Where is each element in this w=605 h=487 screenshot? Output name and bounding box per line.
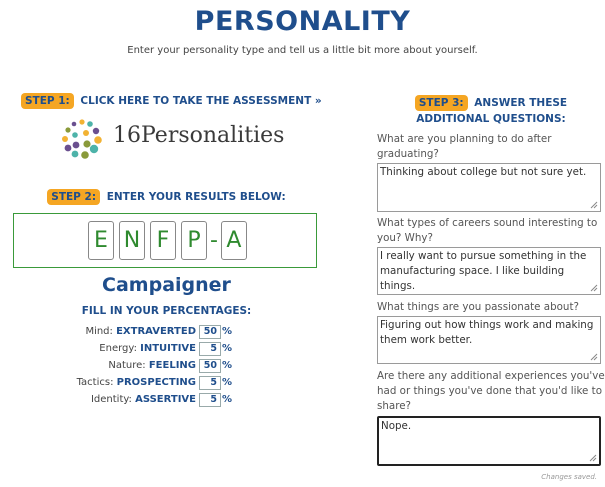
type-letter-input-4[interactable]: P: [181, 221, 207, 260]
resize-handle-icon[interactable]: [589, 454, 597, 462]
pct-row-nature: Nature: FEELING 50 %: [60, 357, 232, 374]
answer-textarea-experiences[interactable]: Nope.: [377, 416, 601, 466]
percentages-heading: FILL IN YOUR PERCENTAGES:: [81, 305, 252, 317]
step1-row: STEP 1: CLICK HERE TO TAKE THE ASSESSMEN…: [21, 93, 322, 109]
pct-row-tactics: Tactics: PROSPECTING 5 %: [60, 374, 232, 391]
answer-textarea-passions[interactable]: Figuring out how things work and making …: [377, 316, 601, 364]
step2-row: STEP 2: ENTER YOUR RESULTS BELOW:: [0, 189, 333, 205]
logo-text: 16Personalities: [113, 123, 285, 148]
type-letter-input-5[interactable]: A: [220, 221, 247, 260]
page-title: PERSONALITY: [194, 6, 411, 37]
pct-row-identity: Identity: ASSERTIVE 5 %: [60, 391, 232, 408]
pct-label: Identity: ASSERTIVE: [60, 394, 196, 405]
sixteen-personalities-logo[interactable]: 16Personalities: [57, 117, 287, 161]
pct-label: Nature: FEELING: [60, 360, 196, 371]
pct-input-tactics[interactable]: 5: [199, 375, 221, 390]
pct-label: Mind: EXTRAVERTED: [60, 326, 196, 337]
pct-input-mind[interactable]: 50: [199, 324, 221, 339]
pct-label: Tactics: PROSPECTING: [60, 377, 196, 388]
type-dash: -: [210, 228, 218, 253]
answer-text: Thinking about college but not sure yet.: [380, 166, 587, 178]
pct-unit: %: [222, 377, 233, 388]
pct-unit: %: [222, 360, 233, 371]
pct-dimension: Nature:: [108, 360, 146, 371]
pct-dimension: Tactics:: [76, 377, 114, 388]
pct-row-energy: Energy: INTUITIVE 5 %: [60, 340, 232, 357]
type-letter-input-2[interactable]: N: [119, 221, 145, 260]
step1-badge: STEP 1:: [21, 93, 74, 109]
pct-dimension: Energy:: [99, 343, 137, 354]
pct-input-nature[interactable]: 50: [199, 358, 221, 373]
pct-trait: EXTRAVERTED: [116, 326, 196, 337]
step2-badge: STEP 2:: [47, 189, 101, 205]
answer-textarea-plans[interactable]: Thinking about college but not sure yet.: [377, 163, 601, 212]
pct-row-mind: Mind: EXTRAVERTED 50 %: [60, 323, 232, 340]
pct-trait: ASSERTIVE: [135, 394, 196, 405]
step3-heading: STEP 3: ANSWER THESE ADDITIONAL QUESTION…: [377, 95, 605, 127]
type-letter-input-3[interactable]: F: [150, 221, 176, 260]
resize-handle-icon[interactable]: [590, 353, 598, 361]
type-letter-input-1[interactable]: E: [88, 221, 114, 260]
pct-trait: INTUITIVE: [140, 343, 196, 354]
question-label: What things are you passionate about?: [377, 301, 579, 313]
save-status: Changes saved.: [541, 473, 597, 481]
pct-unit: %: [222, 394, 233, 405]
step3-label-line1: ANSWER THESE: [474, 97, 568, 109]
resize-handle-icon[interactable]: [590, 284, 598, 292]
pct-label: Energy: INTUITIVE: [60, 343, 196, 354]
pct-dimension: Identity:: [90, 394, 132, 405]
pct-unit: %: [222, 343, 233, 354]
question-label: Are there any additional experiences you…: [377, 370, 605, 412]
pct-unit: %: [222, 326, 233, 337]
answer-text: Figuring out how things work and making …: [380, 319, 594, 346]
personality-type-name: Campaigner: [102, 274, 231, 296]
pct-dimension: Mind:: [85, 326, 113, 337]
answer-text: Nope.: [381, 420, 412, 432]
step2-label: ENTER YOUR RESULTS BELOW:: [106, 191, 286, 203]
answer-textarea-careers[interactable]: I really want to pursue something in the…: [377, 247, 601, 295]
personality-type-input-group: E N F P - A: [13, 213, 317, 268]
answer-text: I really want to pursue something in the…: [380, 250, 587, 292]
pct-trait: PROSPECTING: [116, 377, 196, 388]
take-assessment-link[interactable]: CLICK HERE TO TAKE THE ASSESSMENT »: [80, 95, 321, 107]
pct-input-identity[interactable]: 5: [199, 392, 221, 407]
percentages-table: Mind: EXTRAVERTED 50 % Energy: INTUITIVE…: [60, 323, 232, 408]
personality-dots-icon: [62, 119, 102, 159]
question-label: What types of careers sound interesting …: [377, 217, 598, 244]
pct-input-energy[interactable]: 5: [199, 341, 221, 356]
resize-handle-icon[interactable]: [590, 201, 598, 209]
page-subtitle: Enter your personality type and tell us …: [127, 45, 478, 56]
step3-badge: STEP 3:: [414, 95, 468, 111]
question-label: What are you planning to do after gradua…: [377, 133, 552, 160]
pct-trait: FEELING: [148, 360, 196, 371]
step3-label-line2: ADDITIONAL QUESTIONS:: [416, 113, 566, 125]
